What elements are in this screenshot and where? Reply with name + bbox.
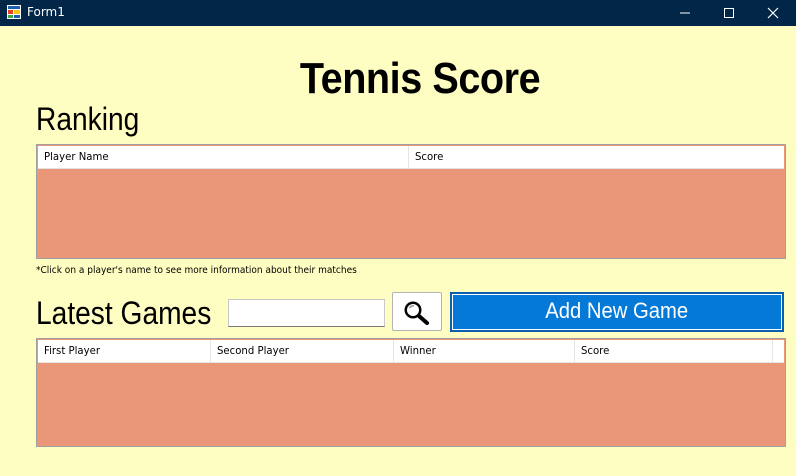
ranking-table[interactable]: Player Name Score: [36, 144, 786, 259]
column-header-player-name[interactable]: Player Name: [38, 146, 409, 168]
ranking-table-header: Player Name Score: [38, 146, 784, 169]
close-icon: [767, 7, 779, 19]
page-title: Tennis Score: [299, 54, 541, 103]
app-icon[interactable]: [7, 5, 21, 19]
search-input[interactable]: [228, 299, 385, 327]
window-title: Form1: [27, 5, 65, 19]
column-header-second-player[interactable]: Second Player: [211, 340, 394, 362]
latest-games-title: Latest Games: [36, 295, 212, 331]
minimize-button[interactable]: [662, 0, 708, 26]
maximize-icon: [724, 8, 734, 18]
latest-games-table-header: First Player Second Player Winner Score: [38, 340, 784, 363]
column-header-score[interactable]: Score: [409, 146, 784, 168]
ranking-title: Ranking: [36, 101, 140, 137]
column-header-first-player[interactable]: First Player: [38, 340, 211, 362]
maximize-button[interactable]: [706, 0, 752, 26]
ranking-hint: *Click on a player's name to see more in…: [36, 265, 357, 276]
column-header-score[interactable]: Score: [575, 340, 773, 362]
search-button[interactable]: [392, 292, 442, 331]
column-header-filler: [773, 340, 784, 362]
window-titlebar[interactable]: Form1: [0, 0, 796, 26]
close-button[interactable]: [750, 0, 796, 26]
latest-games-table[interactable]: First Player Second Player Winner Score: [36, 338, 786, 447]
magnifier-icon: [404, 301, 429, 325]
column-header-winner[interactable]: Winner: [394, 340, 575, 362]
minimize-icon: [680, 12, 690, 14]
add-new-game-button[interactable]: Add New Game: [450, 292, 784, 332]
